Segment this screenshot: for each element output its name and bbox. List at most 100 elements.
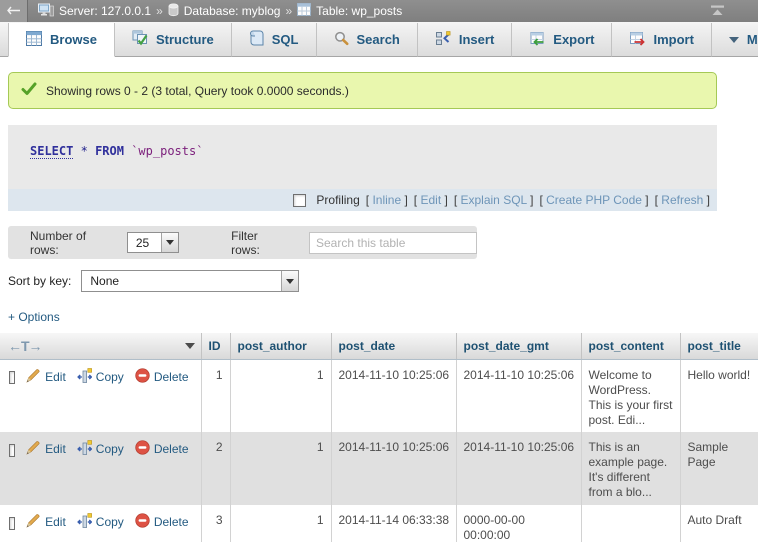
breadcrumb-table-label: Table: wp_posts [316,4,402,18]
copy-icon [77,368,92,387]
table-header-row: ←T→ ID post_author post_date post_date_g… [0,333,758,359]
tab-export[interactable]: Export [512,23,612,57]
profiling-label: Profiling [316,193,359,207]
create-php-code-link[interactable]: Create PHP Code [546,193,642,207]
sort-by-key-label: Sort by key: [8,274,71,288]
number-of-rows-select[interactable]: 25 [127,232,179,253]
breadcrumb-database-label: Database: myblog [184,4,281,18]
copy-row-link[interactable]: Copy [77,440,124,459]
edit-row-link[interactable]: Edit [26,513,66,532]
column-header-post-content[interactable]: post_content [581,333,680,359]
export-icon [529,31,545,49]
pencil-icon [26,513,41,532]
delete-row-link[interactable]: Delete [135,368,189,387]
cell-post-date-gmt: 2014-11-10 10:25:06 [456,359,581,432]
query-link-wrap: Edit [414,193,448,207]
cell-post-date: 2014-11-10 10:25:06 [331,359,456,432]
sql-query-box: SELECT * FROM `wp_posts` Profiling Inlin… [8,125,717,211]
success-check-icon [21,82,37,99]
breadcrumb: Server: 127.0.0.1 » Database: myblog » T… [28,3,402,20]
tab-browse[interactable]: Browse [8,23,115,57]
tab-export-label: Export [553,32,594,47]
browse-icon [26,31,42,49]
back-button[interactable] [0,0,28,22]
row-actions-cell: Edit Copy Delete [0,505,201,542]
column-reorder-icon[interactable]: ←T→ [8,338,42,354]
table-body: Edit Copy Delete 1 1 2014-11-10 10:25:06 [0,359,758,542]
row-actions-cell: Edit Copy Delete [0,359,201,432]
tab-structure[interactable]: Structure [115,23,232,57]
delete-row-link[interactable]: Delete [135,513,189,532]
edit-row-link[interactable]: Edit [26,368,66,387]
header-dropdown-icon[interactable] [185,343,195,349]
filter-rows-label: Filter rows: [231,229,289,257]
back-arrow-icon [7,4,21,18]
results-table: ←T→ ID post_author post_date post_date_g… [0,333,758,542]
edit-row-link[interactable]: Edit [26,440,66,459]
cell-post-content [581,505,680,542]
sql-operator: * [81,144,88,158]
breadcrumb-database[interactable]: Database: myblog [168,3,281,20]
edit-query-link[interactable]: Edit [420,193,441,207]
tab-import[interactable]: Import [612,23,711,57]
collapse-navigation-icon[interactable] [709,4,726,20]
select-dropdown-button[interactable] [281,271,298,291]
column-header-id[interactable]: ID [201,333,230,359]
phpmyadmin-window: Server: 127.0.0.1 » Database: myblog » T… [0,0,758,542]
query-link-wrap: Create PHP Code [539,193,648,207]
table-icon [297,3,311,19]
column-header-post-date[interactable]: post_date [331,333,456,359]
cell-post-author: 1 [230,505,331,542]
copy-row-link[interactable]: Copy [77,513,124,532]
sql-keyword-select[interactable]: SELECT [30,144,73,159]
status-message-text: Showing rows 0 - 2 (3 total, Query took … [46,84,349,98]
chevron-down-icon [729,37,739,43]
column-header-post-title[interactable]: post_title [680,333,758,359]
search-icon [334,31,349,49]
breadcrumb-table[interactable]: Table: wp_posts [297,3,402,19]
tab-sql[interactable]: SQL [232,23,317,57]
breadcrumb-separator: » [156,4,163,18]
cell-post-date-gmt: 0000-00-00 00:00:00 [456,505,581,542]
actions-header-cell: ←T→ [0,333,201,359]
delete-row-link[interactable]: Delete [135,440,189,459]
tab-search[interactable]: Search [317,23,418,57]
tab-search-label: Search [357,32,400,47]
breadcrumb-server-label: Server: 127.0.0.1 [59,4,151,18]
row-checkbox[interactable] [9,444,15,457]
options-toggle-link[interactable]: + Options [8,310,60,324]
copy-row-link[interactable]: Copy [77,368,124,387]
cell-post-date: 2014-11-14 06:33:38 [331,505,456,542]
profiling-checkbox[interactable] [293,194,306,207]
cell-post-date-gmt: 2014-11-10 10:25:06 [456,432,581,505]
filter-rows-input[interactable] [309,232,477,254]
tab-insert[interactable]: Insert [418,23,512,57]
tab-browse-label: Browse [50,32,97,47]
inline-link[interactable]: Inline [372,193,401,207]
column-header-post-date-gmt[interactable]: post_date_gmt [456,333,581,359]
tab-more[interactable]: More [712,23,758,57]
query-link-wrap: Explain SQL [454,193,534,207]
select-dropdown-button[interactable] [161,233,178,252]
number-of-rows-value: 25 [128,233,161,252]
sort-by-key-select[interactable]: None [81,270,299,292]
tab-more-label: More [747,32,758,47]
server-icon [38,3,54,20]
profiling-control: Profiling [291,193,359,207]
tab-structure-label: Structure [156,32,214,47]
explain-sql-link[interactable]: Explain SQL [461,193,527,207]
cell-id: 3 [201,505,230,542]
breadcrumb-separator: » [285,4,292,18]
refresh-link[interactable]: Refresh [661,193,703,207]
column-header-post-author[interactable]: post_author [230,333,331,359]
status-message: Showing rows 0 - 2 (3 total, Query took … [8,72,717,109]
cell-post-title: Hello world! [680,359,758,432]
insert-icon [435,31,451,49]
tab-import-label: Import [653,32,693,47]
row-checkbox[interactable] [9,517,15,530]
breadcrumb-server[interactable]: Server: 127.0.0.1 [38,3,151,20]
table-row: Edit Copy Delete 3 1 2014-11-14 06:33:38 [0,505,758,542]
row-checkbox[interactable] [9,371,15,384]
pencil-icon [26,368,41,387]
database-icon [168,3,179,20]
